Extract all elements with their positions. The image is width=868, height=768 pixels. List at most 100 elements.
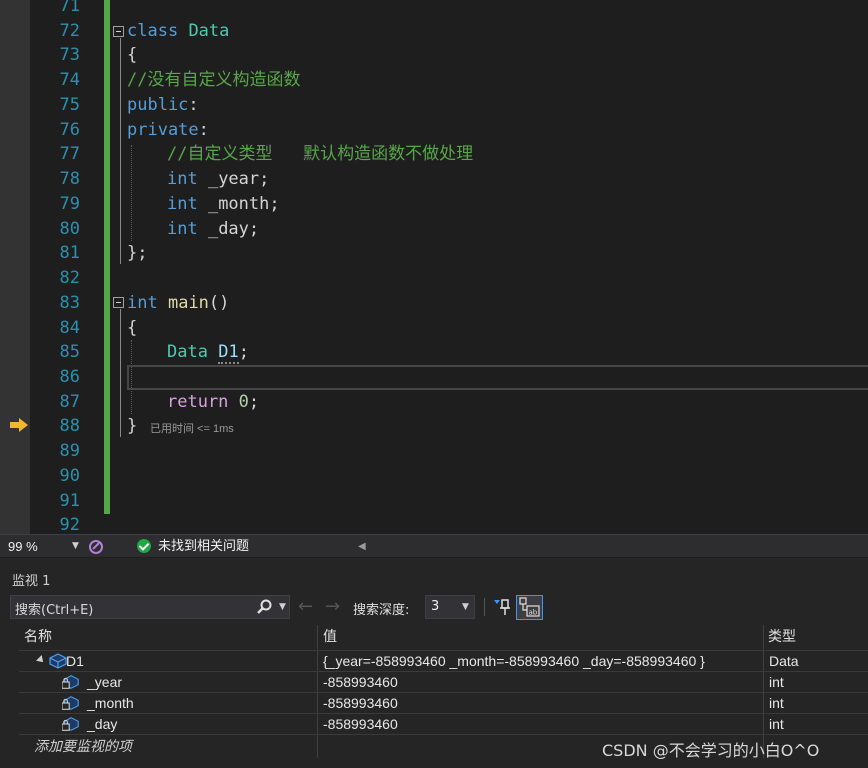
watch-name: _year [87, 674, 123, 690]
check-icon [137, 539, 151, 553]
search-icon[interactable] [256, 599, 272, 615]
keyword: int [167, 169, 198, 189]
watch-type: Data [769, 653, 799, 669]
watch-value[interactable]: -858993460 [323, 714, 398, 734]
code-line-73[interactable]: { [127, 43, 137, 68]
scroll-left-icon[interactable]: ◀ [358, 537, 366, 556]
code-editor[interactable]: 71 72 73 74 75 76 77 78 79 80 81 82 83 8… [0, 0, 868, 534]
line-number: 77 [59, 144, 80, 164]
line-number: 80 [59, 219, 80, 239]
line-number: 73 [59, 45, 80, 65]
column-header-value[interactable]: 值 [323, 625, 337, 647]
search-depth-label: 搜索深度: [353, 603, 410, 618]
chevron-down-icon[interactable]: ▼ [72, 537, 79, 556]
block-bracket [120, 38, 121, 264]
object-icon [49, 653, 67, 669]
add-watch-item[interactable]: 添加要监视的项 [34, 737, 132, 757]
line-number: 90 [59, 466, 80, 486]
table-row[interactable]: _day -858993460 int [19, 713, 868, 734]
code-line-87[interactable]: return 0; [167, 390, 259, 415]
editor-status-strip: 99 % ▼ 未找到相关问题 ◀ [0, 534, 868, 557]
pin-icon[interactable] [491, 597, 511, 617]
indent-guide [131, 145, 132, 241]
line-number: 83 [59, 293, 80, 313]
glyph-margin[interactable] [0, 0, 30, 534]
function-name: main [167, 293, 209, 313]
keyword: int [167, 194, 198, 214]
exec-arrow-icon [10, 418, 28, 432]
line-number: 71 [59, 0, 80, 16]
search-input[interactable]: 搜索(Ctrl+E) ▼ [10, 595, 290, 619]
keyword: return [167, 392, 229, 412]
code-line-77[interactable]: //自定义类型 默认构造函数不做处理 [167, 142, 473, 167]
block-bracket [120, 309, 121, 437]
code-line-84[interactable]: { [127, 316, 137, 341]
code-line-79[interactable]: int _month; [167, 192, 280, 217]
lock-member-icon [62, 696, 79, 710]
line-number: 89 [59, 441, 80, 461]
column-header-type[interactable]: 类型 [768, 625, 796, 647]
watch-value[interactable]: -858993460 [323, 693, 398, 713]
keyword: int [127, 293, 158, 313]
code-line-85[interactable]: Data D1; [167, 340, 249, 365]
brush-icon[interactable] [88, 539, 104, 555]
issues-status[interactable]: 未找到相关问题 [158, 537, 249, 556]
watermark: CSDN @不会学习的小白O^O [602, 741, 820, 760]
punct: ; [248, 392, 260, 412]
line-number: 81 [59, 243, 80, 263]
code-line-80[interactable]: int _day; [167, 217, 259, 242]
punct: : [198, 120, 209, 140]
table-row[interactable]: _year -858993460 int [19, 671, 868, 692]
search-depth-select[interactable]: 3 ▼ [425, 595, 475, 619]
fold-toggle-icon[interactable] [113, 297, 124, 308]
code-line-72[interactable]: class Data [127, 19, 229, 44]
code-line-81[interactable]: }; [127, 241, 147, 266]
punct: () [208, 293, 230, 313]
variable-name: D1 [218, 342, 239, 364]
table-row[interactable]: _month -858993460 int [19, 692, 868, 713]
line-number: 76 [59, 120, 80, 140]
table-row[interactable]: D1 {_year=-858993460 _month=-858993460 _… [19, 650, 868, 671]
chevron-down-icon[interactable]: ▼ [279, 598, 286, 617]
back-arrow-icon[interactable]: ← [298, 595, 313, 619]
line-number: 78 [59, 169, 80, 189]
code-line-83[interactable]: int main() [127, 291, 229, 316]
svg-text:ab: ab [529, 609, 538, 617]
line-number: 82 [59, 268, 80, 288]
toolbar-divider [484, 598, 485, 616]
line-number: 79 [59, 194, 80, 214]
keyword: int [167, 219, 198, 239]
line-number: 91 [59, 491, 80, 511]
line-number: 72 [59, 21, 80, 41]
chevron-down-icon: ▼ [462, 602, 469, 612]
code-line-75[interactable]: public: [127, 93, 199, 118]
line-number: 74 [59, 70, 80, 90]
search-placeholder: 搜索(Ctrl+E) [15, 603, 94, 618]
lock-member-icon [62, 675, 79, 689]
hex-display-icon[interactable]: ab [516, 595, 543, 620]
code-line-76[interactable]: private: [127, 118, 209, 143]
column-header-name[interactable]: 名称 [24, 625, 52, 647]
lock-member-icon [62, 717, 79, 731]
line-number: 88 [59, 416, 80, 436]
number-literal: 0 [238, 392, 249, 412]
code-line-78[interactable]: int _year; [167, 167, 269, 192]
watch-name: _month [87, 695, 134, 711]
watch-type: int [769, 674, 784, 690]
watch-value[interactable]: {_year=-858993460 _month=-858993460 _day… [323, 651, 705, 671]
watch-type: int [769, 716, 784, 732]
punct: ; [238, 342, 249, 362]
code-line-88[interactable]: } [127, 414, 137, 439]
forward-arrow-icon[interactable]: → [325, 595, 340, 619]
watch-type: int [769, 695, 784, 711]
collapse-toggle-icon[interactable] [36, 655, 46, 665]
line-number: 86 [59, 367, 80, 387]
search-depth-value: 3 [431, 599, 440, 614]
fold-toggle-icon[interactable] [113, 26, 124, 37]
watch-value[interactable]: -858993460 [323, 672, 398, 692]
line-number: 87 [59, 392, 80, 412]
watch-name: D1 [66, 653, 84, 669]
code-line-74[interactable]: //没有自定义构造函数 [127, 68, 300, 93]
keyword: class [127, 21, 179, 41]
line-number: 75 [59, 95, 80, 115]
